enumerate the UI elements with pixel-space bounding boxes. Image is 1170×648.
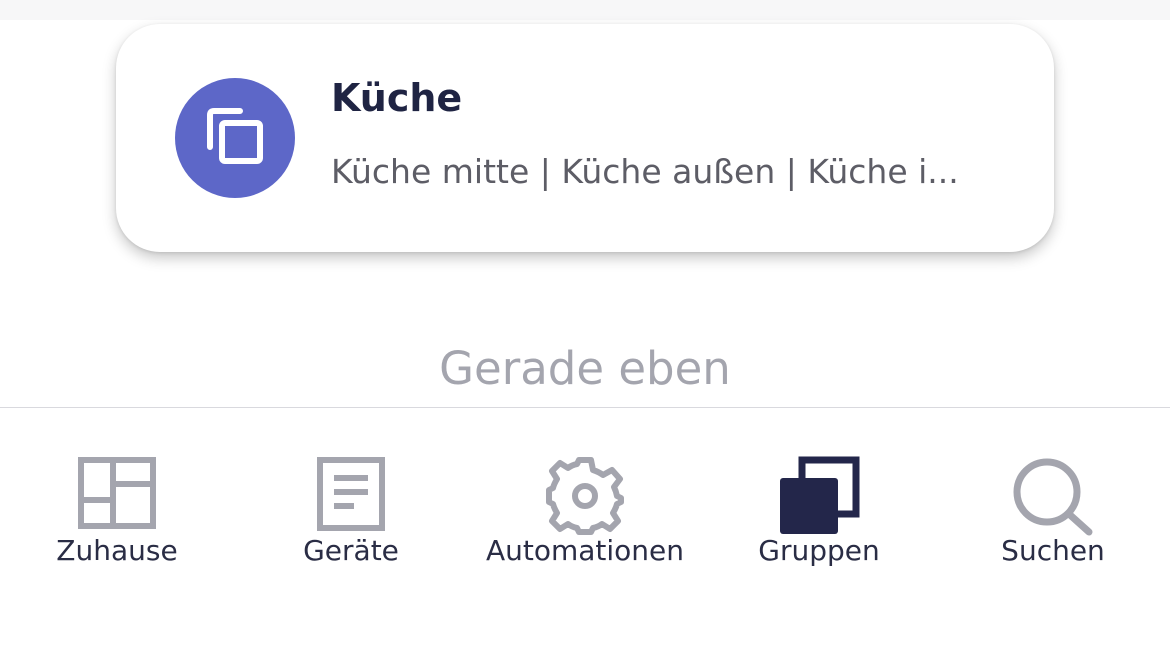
group-avatar xyxy=(175,78,295,198)
tab-label-suchen: Suchen xyxy=(1001,534,1105,567)
group-icon xyxy=(207,108,263,164)
bottom-tab-bar: Zuhause Geräte Automationen Gruppen Such… xyxy=(0,407,1170,648)
group-title: Küche xyxy=(331,76,463,120)
tab-automationen[interactable]: Automationen xyxy=(468,408,702,578)
document-icon xyxy=(317,457,385,531)
top-background xyxy=(0,0,1170,20)
group-icon xyxy=(780,456,860,534)
tab-gruppen[interactable]: Gruppen xyxy=(702,408,936,578)
tab-suchen[interactable]: Suchen xyxy=(936,408,1170,578)
tab-label-gruppen: Gruppen xyxy=(758,534,880,567)
gear-icon xyxy=(546,457,624,535)
tab-label-zuhause: Zuhause xyxy=(56,534,178,567)
tab-geraete[interactable]: Geräte xyxy=(234,408,468,578)
search-icon xyxy=(1013,458,1093,536)
tab-label-automationen: Automationen xyxy=(485,534,685,567)
dashboard-icon xyxy=(78,457,156,529)
tab-label-geraete: Geräte xyxy=(303,534,399,567)
tab-zuhause[interactable]: Zuhause xyxy=(0,408,234,578)
group-devices-summary: Küche mitte | Küche außen | Küche i... xyxy=(331,152,959,191)
last-updated-timestamp: Gerade eben xyxy=(439,342,731,395)
group-card-kueche[interactable]: Küche Küche mitte | Küche außen | Küche … xyxy=(116,24,1054,252)
